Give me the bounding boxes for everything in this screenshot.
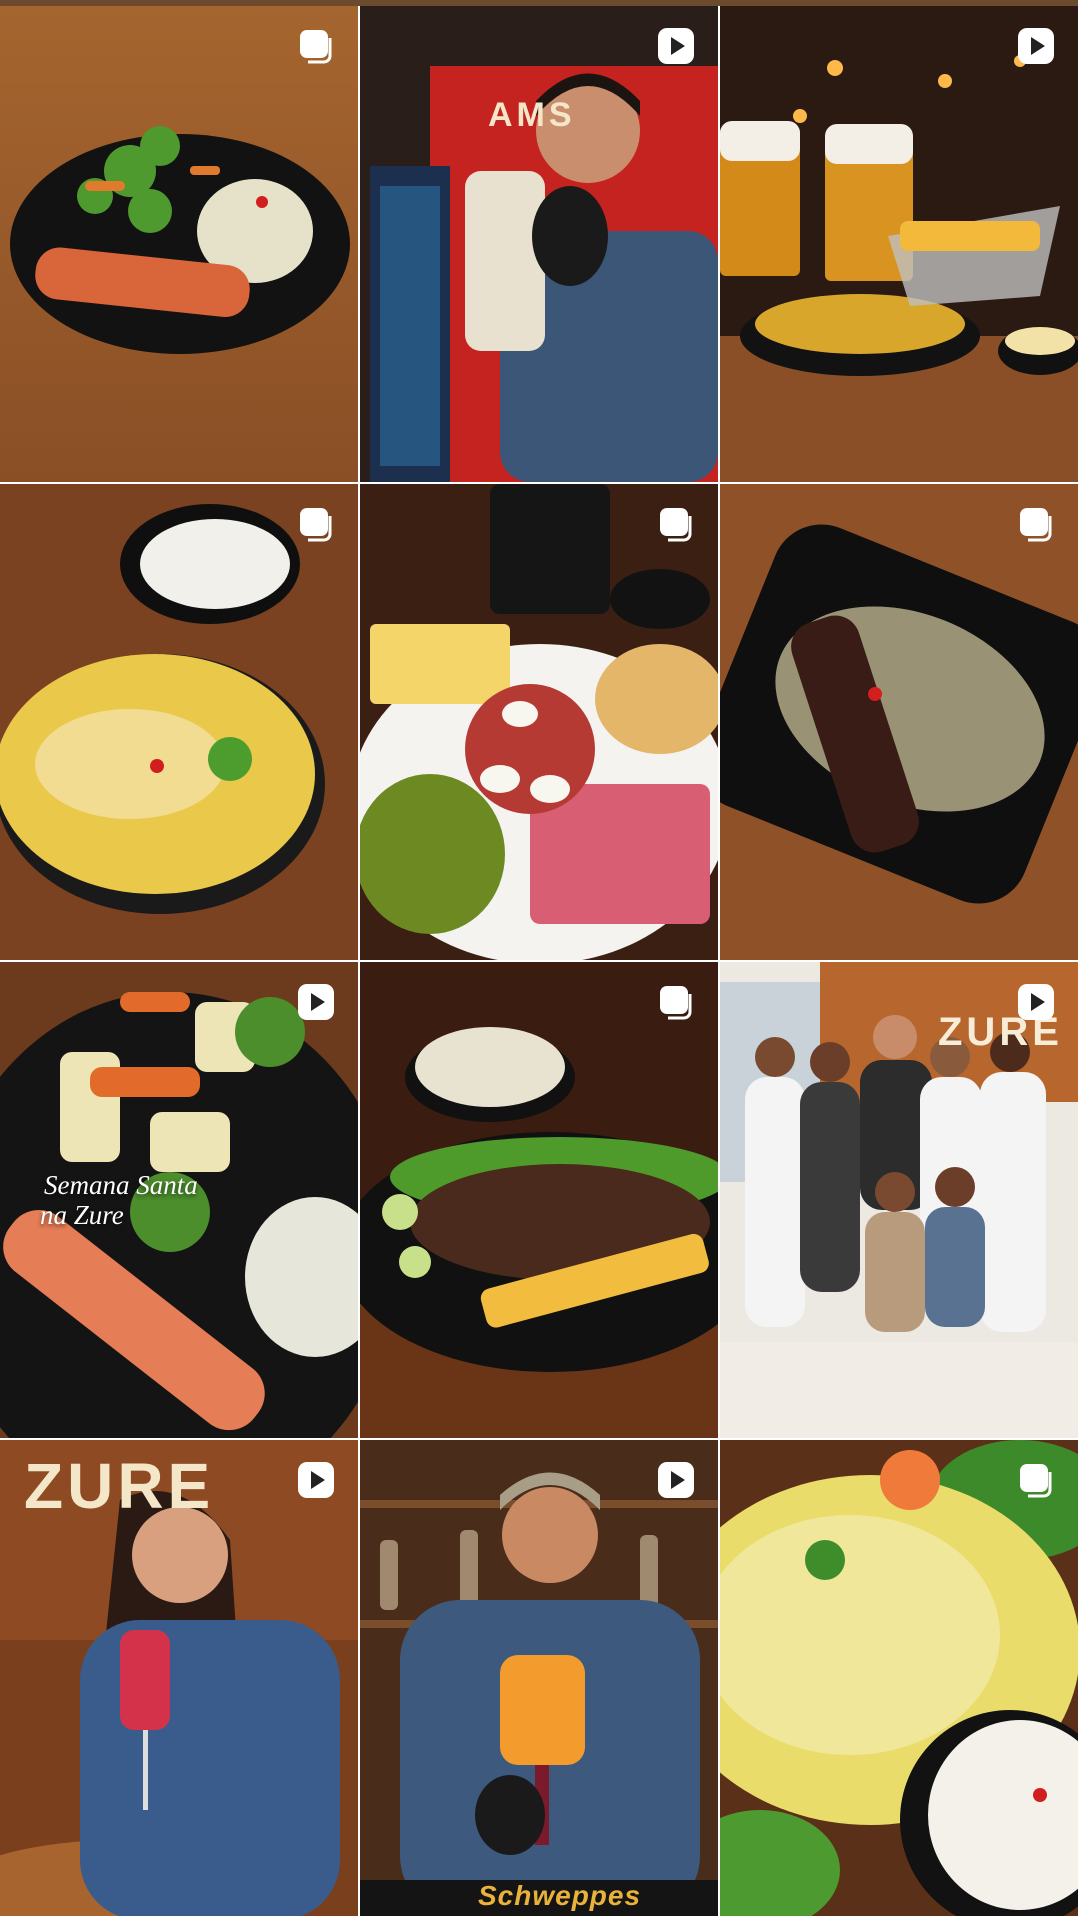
post-image-bartender-drink — [360, 1440, 718, 1916]
bar-mat-text: Schweppes — [478, 1880, 642, 1911]
post-tile-omelette-rice[interactable] — [720, 1440, 1078, 1916]
promo-overlay-line2: na Zure — [40, 1200, 124, 1230]
post-tile-steak-pasta[interactable] — [720, 484, 1078, 960]
carousel-icon — [1016, 1460, 1056, 1500]
post-image-bartender-mug — [360, 6, 718, 482]
promo-overlay-line1: Semana Santa — [44, 1170, 198, 1200]
post-tile-bartender-mug[interactable]: AMS — [360, 6, 718, 482]
post-image-snack-platter — [360, 484, 718, 960]
reel-icon — [1016, 26, 1056, 66]
carousel-icon — [296, 26, 336, 66]
post-tile-woman-drink[interactable]: ZURE — [0, 1440, 358, 1916]
post-tile-team-photo[interactable]: ZURE — [720, 962, 1078, 1438]
post-tile-fried-fish[interactable] — [360, 962, 718, 1438]
post-tile-bartender-drink[interactable]: Schweppes — [360, 1440, 718, 1916]
post-tile-semana-santa[interactable]: Semana Santa na Zure — [0, 962, 358, 1438]
reel-icon — [656, 26, 696, 66]
carousel-icon — [656, 982, 696, 1022]
background-sign-text: ZURE — [24, 1450, 215, 1522]
reel-icon — [656, 1460, 696, 1500]
post-image-beers-fries — [720, 6, 1078, 482]
post-image-omelette-rice — [720, 1440, 1078, 1916]
profile-post-grid: AMS Semana Santa na Zure ZURE ZURE Schwe… — [0, 6, 1078, 1916]
post-tile-beers-fries[interactable] — [720, 6, 1078, 482]
reel-icon — [1016, 982, 1056, 1022]
carousel-icon — [656, 504, 696, 544]
post-image-fried-fish — [360, 962, 718, 1438]
post-tile-salmon-plate[interactable] — [0, 6, 358, 482]
reel-icon — [296, 982, 336, 1022]
post-image-puree-fish — [0, 484, 358, 960]
background-sign-text: AMS — [488, 96, 576, 134]
post-tile-snack-platter[interactable] — [360, 484, 718, 960]
post-image-salmon-plate — [0, 6, 358, 482]
post-image-steak-pasta — [720, 484, 1078, 960]
carousel-icon — [1016, 504, 1056, 544]
carousel-icon — [296, 504, 336, 544]
post-tile-puree-fish[interactable] — [0, 484, 358, 960]
reel-icon — [296, 1460, 336, 1500]
